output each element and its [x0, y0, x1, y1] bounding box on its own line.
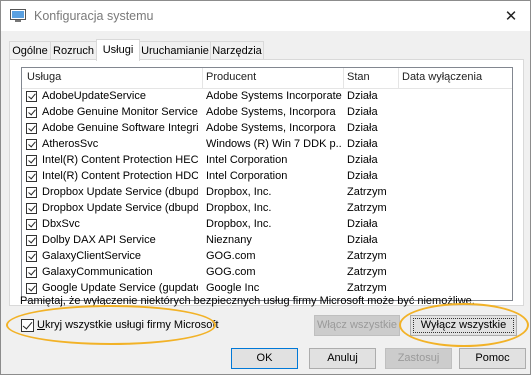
ok-button[interactable]: OK [231, 348, 298, 369]
service-name: Adobe Genuine Monitor Service [42, 106, 198, 118]
table-row[interactable]: Dropbox Update Service (dbupd... Dropbox,… [22, 185, 512, 201]
service-producer: Dropbox, Inc. [206, 186, 272, 198]
service-name: Adobe Genuine Software Integri... [42, 122, 198, 134]
service-checkbox[interactable] [26, 107, 37, 118]
service-status: Zatrzym [347, 202, 387, 214]
tab-services[interactable]: Usługi [96, 39, 140, 61]
service-status: Działa [347, 122, 378, 134]
services-panel: Usługa Producent Stan Data wyłączenia Ad… [9, 59, 524, 306]
title-bar: Konfiguracja systemu ✕ [1, 1, 530, 31]
system-configuration-window: Konfiguracja systemu ✕ Ogólne Rozruch Us… [0, 0, 531, 375]
service-status: Działa [347, 138, 378, 150]
cancel-button[interactable]: Anuluj [309, 348, 376, 369]
service-status: Działa [347, 218, 378, 230]
column-divider[interactable] [202, 68, 203, 88]
tab-tools[interactable]: Narzędzia [210, 41, 264, 60]
enable-all-button[interactable]: Włącz wszystkie [314, 315, 400, 336]
column-header-service[interactable]: Usługa [27, 71, 61, 83]
service-status: Działa [347, 154, 378, 166]
table-row[interactable]: Dolby DAX API Service Nieznany Działa [22, 233, 512, 249]
service-status: Zatrzym [347, 266, 387, 278]
service-producer: Adobe Systems, Incorpora [206, 106, 336, 118]
service-name: GalaxyCommunication [42, 266, 153, 278]
table-row[interactable]: Intel(R) Content Protection HECI... Intel… [22, 153, 512, 169]
service-name: DbxSvc [42, 218, 80, 230]
service-status: Zatrzym [347, 282, 387, 294]
service-checkbox[interactable] [26, 187, 37, 198]
hide-microsoft-services-checkbox[interactable] [21, 319, 34, 332]
close-icon[interactable]: ✕ [497, 4, 525, 28]
service-status: Zatrzym [347, 250, 387, 262]
service-checkbox[interactable] [26, 203, 37, 214]
service-checkbox[interactable] [26, 123, 37, 134]
service-producer: Adobe Systems Incorporated [206, 90, 342, 102]
hide-label-first-letter: U [37, 319, 45, 331]
service-status: Działa [347, 234, 378, 246]
column-header-disabled-date[interactable]: Data wyłączenia [402, 71, 482, 83]
service-checkbox[interactable] [26, 283, 37, 294]
service-status: Działa [347, 170, 378, 182]
table-row[interactable]: Dropbox Update Service (dbupd... Dropbox,… [22, 201, 512, 217]
service-status: Zatrzym [347, 186, 387, 198]
service-name: Intel(R) Content Protection HECI... [42, 154, 198, 166]
service-name: GalaxyClientService [42, 250, 142, 262]
service-status: Działa [347, 106, 378, 118]
service-producer: GOG.com [206, 250, 256, 262]
table-row[interactable]: Intel(R) Content Protection HDC... Intel … [22, 169, 512, 185]
tab-boot[interactable]: Rozruch [50, 41, 97, 60]
table-row[interactable]: GalaxyCommunication GOG.com Zatrzym [22, 265, 512, 281]
service-name: Dolby DAX API Service [42, 234, 156, 246]
column-header-producer[interactable]: Producent [206, 71, 256, 83]
service-rows: AdobeUpdateService Adobe Systems Incorpor… [22, 89, 512, 297]
service-checkbox[interactable] [26, 91, 37, 102]
service-producer: Dropbox, Inc. [206, 202, 272, 214]
column-header-status[interactable]: Stan [347, 71, 370, 83]
microsoft-services-note: Pamiętaj, że wyłączenie niektórych bezpi… [20, 295, 475, 307]
service-name: AtherosSvc [42, 138, 99, 150]
table-row[interactable]: GalaxyClientService GOG.com Zatrzym [22, 249, 512, 265]
table-row[interactable]: AtherosSvc Windows (R) Win 7 DDK p... Dzia… [22, 137, 512, 153]
apply-button[interactable]: Zastosuj [385, 348, 452, 369]
service-status: Działa [347, 90, 378, 102]
service-checkbox[interactable] [26, 267, 37, 278]
service-producer: Dropbox, Inc. [206, 218, 272, 230]
service-checkbox[interactable] [26, 235, 37, 246]
service-name: Dropbox Update Service (dbupd... [42, 202, 198, 214]
table-row[interactable]: Adobe Genuine Monitor Service Adobe Syste… [22, 105, 512, 121]
service-producer: Google Inc [206, 282, 260, 294]
service-name: Google Update Service (gupdate) [42, 282, 198, 294]
service-checkbox[interactable] [26, 219, 37, 230]
service-producer: Intel Corporation [206, 170, 288, 182]
service-producer: Intel Corporation [206, 154, 288, 166]
column-divider[interactable] [398, 68, 399, 88]
table-row[interactable]: Adobe Genuine Software Integri... Adobe S… [22, 121, 512, 137]
window-title: Konfiguracja systemu [34, 9, 154, 23]
bottom-separator [1, 339, 530, 340]
column-divider[interactable] [343, 68, 344, 88]
table-row[interactable]: AdobeUpdateService Adobe Systems Incorpor… [22, 89, 512, 105]
hide-label-rest: kryj wszystkie usługi firmy Microsoft [44, 319, 219, 331]
list-header: Usługa Producent Stan Data wyłączenia [22, 68, 512, 89]
service-producer: Windows (R) Win 7 DDK p... [206, 138, 342, 150]
tab-general[interactable]: Ogólne [9, 41, 51, 60]
disable-all-button[interactable]: Wyłącz wszystkie [410, 315, 517, 336]
table-row[interactable]: DbxSvc Dropbox, Inc. Działa [22, 217, 512, 233]
service-name: Intel(R) Content Protection HDC... [42, 170, 198, 182]
hide-microsoft-services-label[interactable]: Ukryj wszystkie usługi firmy Microsoft [37, 319, 219, 331]
service-checkbox[interactable] [26, 139, 37, 150]
service-name: AdobeUpdateService [42, 90, 146, 102]
service-producer: GOG.com [206, 266, 256, 278]
service-name: Dropbox Update Service (dbupd... [42, 186, 198, 198]
service-producer: Nieznany [206, 234, 252, 246]
service-checkbox[interactable] [26, 251, 37, 262]
service-producer: Adobe Systems, Incorpora [206, 122, 336, 134]
help-button[interactable]: Pomoc [459, 348, 526, 369]
services-list[interactable]: Usługa Producent Stan Data wyłączenia Ad… [21, 67, 513, 301]
msconfig-app-icon [10, 9, 26, 22]
service-checkbox[interactable] [26, 155, 37, 166]
tab-startup[interactable]: Uruchamianie [139, 41, 211, 60]
service-checkbox[interactable] [26, 171, 37, 182]
